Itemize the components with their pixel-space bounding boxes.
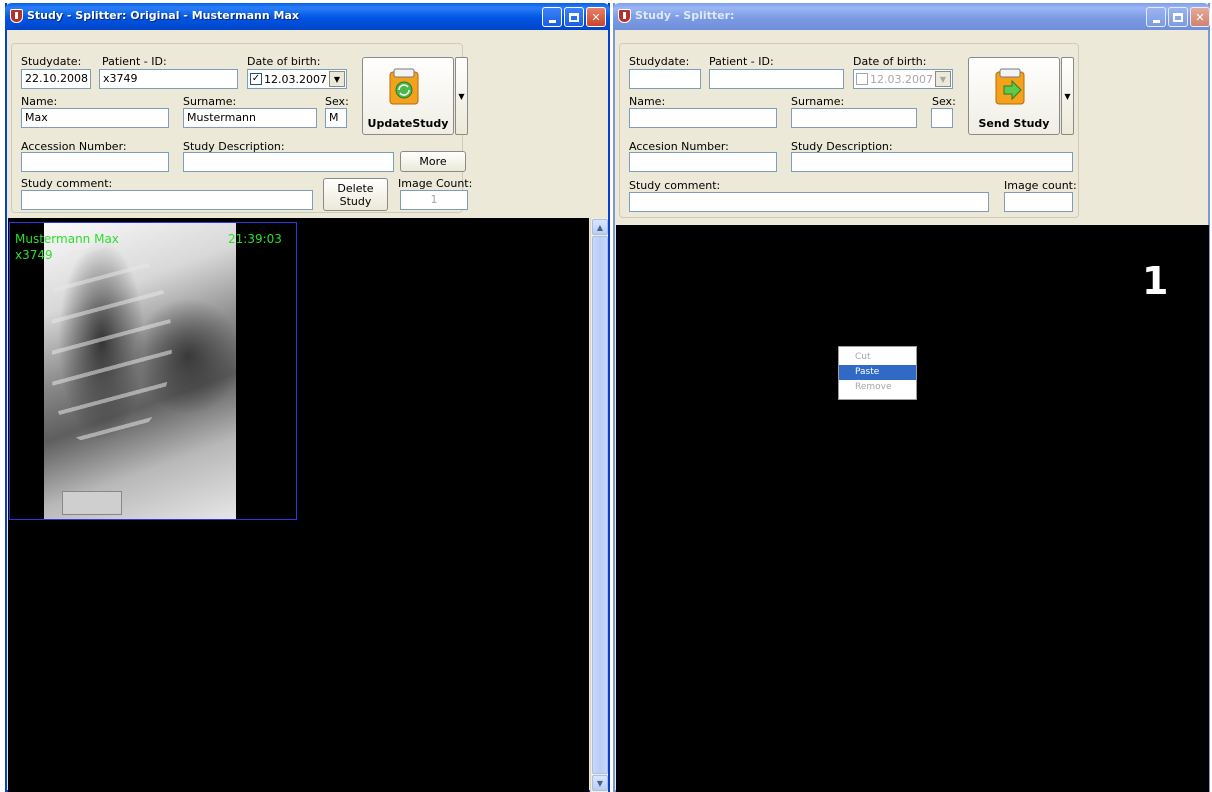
studydate-field[interactable] bbox=[629, 69, 701, 89]
name-label: Name: bbox=[629, 95, 666, 108]
update-study-dropdown[interactable]: ▼ bbox=[455, 57, 468, 135]
surname-label: Surname: bbox=[791, 95, 845, 108]
scroll-thumb[interactable] bbox=[592, 236, 608, 774]
image-viewer[interactable]: 1 Cut Paste Remove bbox=[616, 225, 1209, 792]
description-field[interactable] bbox=[183, 152, 394, 172]
comment-field[interactable] bbox=[21, 190, 313, 210]
context-menu-paste[interactable]: Paste bbox=[839, 365, 916, 380]
chevron-down-icon[interactable]: ▼ bbox=[935, 71, 951, 87]
surname-label: Surname: bbox=[183, 95, 237, 108]
context-menu: Cut Paste Remove bbox=[838, 346, 917, 400]
image-count-field: 1 bbox=[400, 190, 468, 210]
patient-id-field[interactable] bbox=[709, 69, 844, 89]
xray-film-label bbox=[62, 491, 122, 515]
sex-field[interactable] bbox=[931, 108, 953, 128]
close-icon: ✕ bbox=[591, 10, 601, 24]
overlay-patient-name: Mustermann Max bbox=[15, 232, 119, 246]
more-button[interactable]: More bbox=[400, 151, 466, 172]
chevron-down-icon: ▼ bbox=[1064, 91, 1071, 101]
accession-field[interactable] bbox=[21, 152, 169, 172]
chevron-down-icon[interactable]: ▼ bbox=[329, 71, 345, 87]
delete-study-button[interactable]: Delete Study bbox=[323, 178, 388, 211]
dob-datepicker[interactable]: ✓ 12.03.2007 ▼ bbox=[247, 69, 347, 89]
dob-label: Date of birth: bbox=[247, 55, 321, 68]
comment-label: Study comment: bbox=[629, 179, 721, 192]
study-form-panel: Studydate: Patient - ID: Date of birth: … bbox=[619, 43, 1079, 218]
dob-value: 12.03.2007 bbox=[264, 72, 327, 86]
name-field[interactable] bbox=[629, 108, 777, 128]
maximize-button[interactable] bbox=[1168, 7, 1188, 27]
name-field[interactable]: Max bbox=[21, 108, 169, 128]
titlebar[interactable]: Study - Splitter: ✕ bbox=[613, 3, 1210, 30]
close-icon: ✕ bbox=[1195, 10, 1205, 24]
name-label: Name: bbox=[21, 95, 58, 108]
dob-checkbox[interactable] bbox=[856, 73, 868, 85]
sex-label: Sex: bbox=[932, 95, 956, 108]
xray-ribs bbox=[52, 243, 172, 443]
send-study-dropdown[interactable]: ▼ bbox=[1061, 57, 1074, 135]
surname-field[interactable] bbox=[791, 108, 917, 128]
close-button[interactable]: ✕ bbox=[586, 7, 606, 27]
image-count-field bbox=[1004, 192, 1073, 212]
patient-id-label: Patient - ID: bbox=[102, 55, 167, 68]
app-shield-icon bbox=[618, 9, 631, 23]
context-menu-cut[interactable]: Cut bbox=[839, 350, 916, 365]
image-count-label: Image Count: bbox=[398, 177, 473, 190]
scroll-up-button[interactable]: ▲ bbox=[592, 219, 608, 235]
close-button[interactable]: ✕ bbox=[1190, 7, 1210, 27]
maximize-icon bbox=[1173, 12, 1183, 22]
minimize-icon bbox=[548, 19, 556, 23]
image-thumbnail[interactable]: Mustermann Max x3749 21:39:03 bbox=[9, 222, 297, 520]
app-shield-icon bbox=[10, 9, 23, 23]
dob-checkbox[interactable]: ✓ bbox=[250, 73, 262, 85]
send-study-button[interactable]: Send Study bbox=[968, 57, 1060, 135]
study-form-panel: Studydate: 22.10.2008 Patient - ID: x374… bbox=[11, 43, 472, 213]
image-count-label: Image count: bbox=[1004, 179, 1077, 192]
window-study-splitter-original: Study - Splitter: Original - Mustermann … bbox=[5, 3, 610, 792]
dob-value: 12.03.2007 bbox=[870, 72, 933, 86]
window-study-splitter-new: Study - Splitter: ✕ Studydate: Patient -… bbox=[613, 3, 1210, 792]
send-study-label: Send Study bbox=[978, 117, 1050, 130]
xray-image bbox=[44, 223, 236, 519]
update-study-label: UpdateStudy bbox=[367, 117, 449, 130]
panel-number: 1 bbox=[1142, 259, 1169, 303]
minimize-button[interactable] bbox=[1146, 7, 1166, 27]
maximize-icon bbox=[569, 12, 579, 22]
sex-label: Sex: bbox=[325, 95, 349, 108]
studydate-label: Studydate: bbox=[21, 55, 82, 68]
patient-id-label: Patient - ID: bbox=[709, 55, 774, 68]
description-field[interactable] bbox=[791, 152, 1073, 172]
clipboard-arrow-icon bbox=[995, 68, 1025, 105]
dob-datepicker[interactable]: 12.03.2007 ▼ bbox=[853, 69, 953, 89]
titlebar[interactable]: Study - Splitter: Original - Mustermann … bbox=[5, 3, 610, 30]
minimize-button[interactable] bbox=[542, 7, 562, 27]
accession-field[interactable] bbox=[629, 152, 777, 172]
window-title: Study - Splitter: Original - Mustermann … bbox=[27, 9, 299, 22]
studydate-field[interactable]: 22.10.2008 bbox=[21, 69, 91, 89]
comment-field[interactable] bbox=[629, 192, 989, 212]
clipboard-recycle-icon bbox=[389, 68, 419, 105]
overlay-time: 21:39:03 bbox=[228, 232, 282, 246]
chevron-up-icon: ▲ bbox=[596, 222, 604, 232]
overlay-patient-id: x3749 bbox=[15, 248, 53, 262]
comment-label: Study comment: bbox=[21, 177, 113, 190]
chevron-down-icon: ▼ bbox=[596, 778, 604, 788]
sex-field[interactable]: M bbox=[325, 108, 347, 128]
dob-label: Date of birth: bbox=[853, 55, 927, 68]
window-title: Study - Splitter: bbox=[635, 9, 735, 22]
update-study-button[interactable]: UpdateStudy bbox=[362, 57, 454, 135]
scroll-down-button[interactable]: ▼ bbox=[592, 775, 608, 791]
context-menu-remove[interactable]: Remove bbox=[839, 380, 916, 395]
patient-id-field[interactable]: x3749 bbox=[99, 69, 238, 89]
studydate-label: Studydate: bbox=[629, 55, 690, 68]
minimize-icon bbox=[1152, 19, 1160, 23]
maximize-button[interactable] bbox=[564, 7, 584, 27]
surname-field[interactable]: Mustermann bbox=[183, 108, 317, 128]
chevron-down-icon: ▼ bbox=[458, 91, 465, 101]
vertical-scrollbar[interactable]: ▲ ▼ bbox=[590, 218, 608, 792]
